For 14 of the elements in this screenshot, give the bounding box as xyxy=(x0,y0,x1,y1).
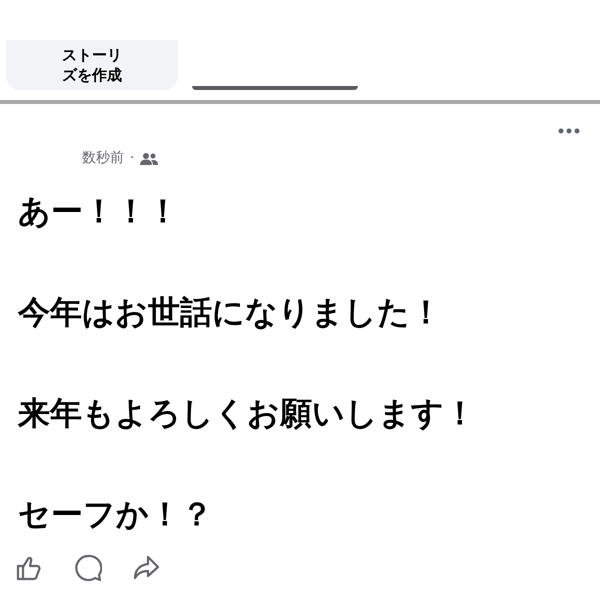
post-text: 来年もよろしくお願いします！ xyxy=(18,393,477,433)
more-icon[interactable] xyxy=(558,128,580,134)
comment-icon[interactable] xyxy=(74,554,102,582)
story-thumbnail[interactable] xyxy=(192,86,358,90)
share-icon[interactable] xyxy=(132,554,160,582)
post-text: 今年はお世話になりました！ xyxy=(18,292,443,332)
friends-icon xyxy=(140,152,158,166)
story-label: ズを作成 xyxy=(62,65,122,85)
post-time: 数秒前 xyxy=(82,149,124,168)
story-card[interactable]: ストーリ ズを作成 xyxy=(6,40,178,90)
story-label: ストーリ xyxy=(62,45,122,65)
post-text: セーフか！？ xyxy=(18,494,214,534)
separator-dot: · xyxy=(130,149,134,168)
post-text: あー！！！ xyxy=(18,191,180,231)
